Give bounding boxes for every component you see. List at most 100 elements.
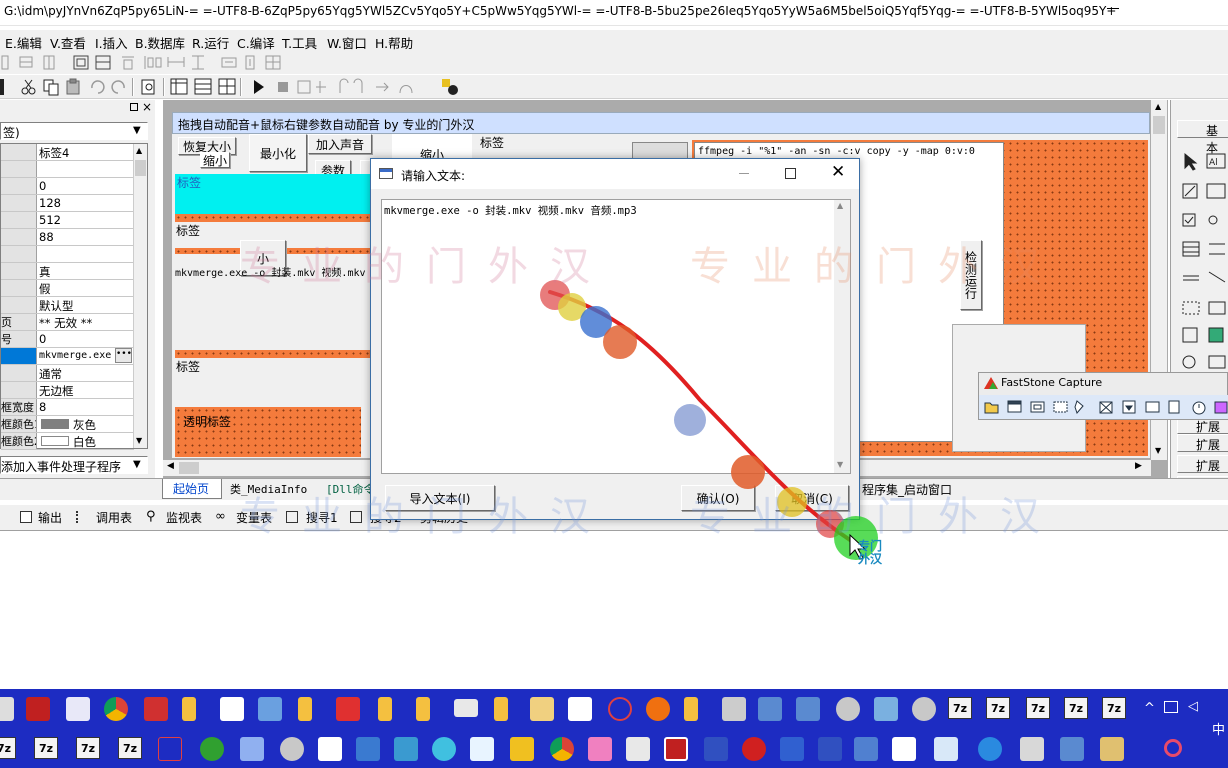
document-icon[interactable] <box>220 697 244 721</box>
watch-tab[interactable]: 监视表 <box>166 509 202 526</box>
7zip-icon[interactable]: 7z <box>1026 697 1050 719</box>
taskbar-app-icon[interactable] <box>530 697 554 721</box>
property-row-selected[interactable]: mkvmerge.exe ••• <box>1 348 134 365</box>
chrome-icon[interactable] <box>550 737 574 761</box>
menu-window[interactable]: W.窗口 <box>327 33 367 52</box>
taskbar-app-icon[interactable] <box>240 737 264 761</box>
taskbar-app-icon[interactable] <box>626 737 650 761</box>
property-row[interactable]: 通常 <box>1 365 134 382</box>
taskbar-app-icon[interactable] <box>0 697 14 721</box>
capture-tool-icons[interactable] <box>983 399 1228 415</box>
ellipsis-button[interactable]: ••• <box>115 348 132 363</box>
taskbar-app-icon[interactable] <box>432 737 456 761</box>
undo-icon[interactable] <box>88 78 106 96</box>
taskbar-app-icon[interactable] <box>66 697 90 721</box>
record-icon[interactable] <box>1164 739 1182 757</box>
taskbar-app-icon[interactable] <box>892 737 916 761</box>
taskbar-app-icon[interactable] <box>470 737 494 761</box>
toolbox-ext2-tab[interactable]: 扩展 <box>1177 434 1228 452</box>
7zip-icon[interactable]: 7z <box>986 697 1010 719</box>
property-row[interactable]: 假 <box>1 280 134 297</box>
7zip-icon[interactable]: 7z <box>118 737 142 759</box>
property-row[interactable]: 页 ** 无效 ** <box>1 314 134 331</box>
scroll-thumb[interactable] <box>135 160 146 176</box>
menu-view[interactable]: V.查看 <box>50 33 86 52</box>
taskbar-app-icon[interactable] <box>608 697 632 721</box>
taskbar-app-icon[interactable] <box>394 737 418 761</box>
taskbar-app-icon[interactable] <box>796 697 820 721</box>
taskbar-app-icon[interactable] <box>568 697 592 721</box>
find-icon[interactable] <box>140 78 158 96</box>
taskbar-app-icon[interactable] <box>280 737 304 761</box>
folder-icon[interactable] <box>182 697 196 721</box>
taskbar-app-icon[interactable] <box>836 697 860 721</box>
stop-icon[interactable] <box>274 78 292 96</box>
taskbar-app-icon[interactable] <box>1100 737 1124 761</box>
property-row[interactable]: 512 <box>1 212 134 229</box>
property-row[interactable]: 框颜色2 白色 <box>1 433 134 450</box>
ime-indicator[interactable]: 中 <box>1212 719 1225 738</box>
taskbar-app-icon[interactable] <box>158 737 182 761</box>
taskbar-app-icon[interactable] <box>454 699 478 717</box>
property-row[interactable] <box>1 161 134 178</box>
toolbox-icons[interactable]: Al <box>1181 152 1228 372</box>
taskbar-app-icon[interactable] <box>144 697 168 721</box>
debug-step-icons[interactable] <box>296 78 416 96</box>
property-row[interactable]: 框颜色1 灰色 <box>1 416 134 433</box>
event-selector[interactable]: 添加入事件处理子程序 ▼ <box>0 456 148 474</box>
panel-float-icon[interactable] <box>130 103 138 111</box>
taskbar-app-icon[interactable] <box>1060 737 1084 761</box>
scroll-down-icon[interactable]: ▼ <box>136 436 142 445</box>
taskbar-app-icon[interactable] <box>356 737 380 761</box>
copy-icon[interactable] <box>42 78 60 96</box>
taskbar-app-icon[interactable] <box>780 737 804 761</box>
folder-icon[interactable] <box>378 697 392 721</box>
cut-icon[interactable] <box>20 78 38 96</box>
taskbar-app-icon[interactable] <box>1020 737 1044 761</box>
network-icon[interactable] <box>1164 701 1178 713</box>
menu-edit[interactable]: E.编辑 <box>5 33 42 52</box>
property-row[interactable]: 0 <box>1 178 134 195</box>
property-grid[interactable]: 标签4 0 128 512 88 真 假 默认型 页 ** 无效 ** 号0 mk… <box>0 143 148 450</box>
property-row[interactable]: 128 <box>1 195 134 212</box>
property-row[interactable]: 无边框 <box>1 382 134 399</box>
folder-icon[interactable] <box>494 697 508 721</box>
7zip-icon[interactable]: 7z <box>76 737 100 759</box>
menu-tools[interactable]: T.工具 <box>282 33 317 52</box>
taskbar-app-icon[interactable] <box>758 697 782 721</box>
paste-icon[interactable] <box>64 78 82 96</box>
taskbar-app-icon[interactable] <box>874 697 898 721</box>
toolbox-ext3-tab[interactable]: 扩展 <box>1177 455 1228 473</box>
property-row[interactable]: 88 <box>1 229 134 246</box>
folder-icon[interactable] <box>298 697 312 721</box>
taskbar-app-icon[interactable] <box>336 697 360 721</box>
dialog-minimize-icon[interactable] <box>739 173 749 174</box>
taskbar-app-icon[interactable] <box>742 737 766 761</box>
7zip-icon[interactable]: 7z <box>34 737 58 759</box>
taskbar-app-icon[interactable] <box>854 737 878 761</box>
redo-icon[interactable] <box>110 78 128 96</box>
chrome-icon[interactable] <box>104 697 128 721</box>
add-audio-button[interactable]: 加入声音 <box>308 134 372 154</box>
minimize-button[interactable]: 最小化 <box>249 134 307 172</box>
align-tool-icons[interactable] <box>0 52 330 74</box>
taskbar-app-icon[interactable] <box>510 737 534 761</box>
taskbar-app-icon[interactable] <box>704 737 728 761</box>
bug-icon[interactable] <box>440 77 460 97</box>
taskbar-app-icon[interactable] <box>588 737 612 761</box>
taskbar-app-icon[interactable] <box>818 737 842 761</box>
taskbar-app-icon[interactable] <box>722 697 746 721</box>
property-row[interactable]: 真 <box>1 263 134 280</box>
output-tab[interactable]: 输出 <box>38 509 62 526</box>
7zip-icon[interactable]: 7z <box>948 697 972 719</box>
scroll-up-icon[interactable]: ▲ <box>136 146 142 155</box>
menu-run[interactable]: R.运行 <box>192 33 229 52</box>
toolbox-basic-tab[interactable]: 基本 <box>1177 120 1228 155</box>
taskbar-app-icon[interactable] <box>258 697 282 721</box>
search-app-icon[interactable] <box>646 697 670 721</box>
ie-icon[interactable] <box>978 737 1002 761</box>
taskbar-app-icon[interactable] <box>912 697 936 721</box>
menu-compile[interactable]: C.编译 <box>237 33 275 52</box>
taskbar-app-icon[interactable] <box>934 737 958 761</box>
property-row[interactable]: 默认型 <box>1 297 134 314</box>
